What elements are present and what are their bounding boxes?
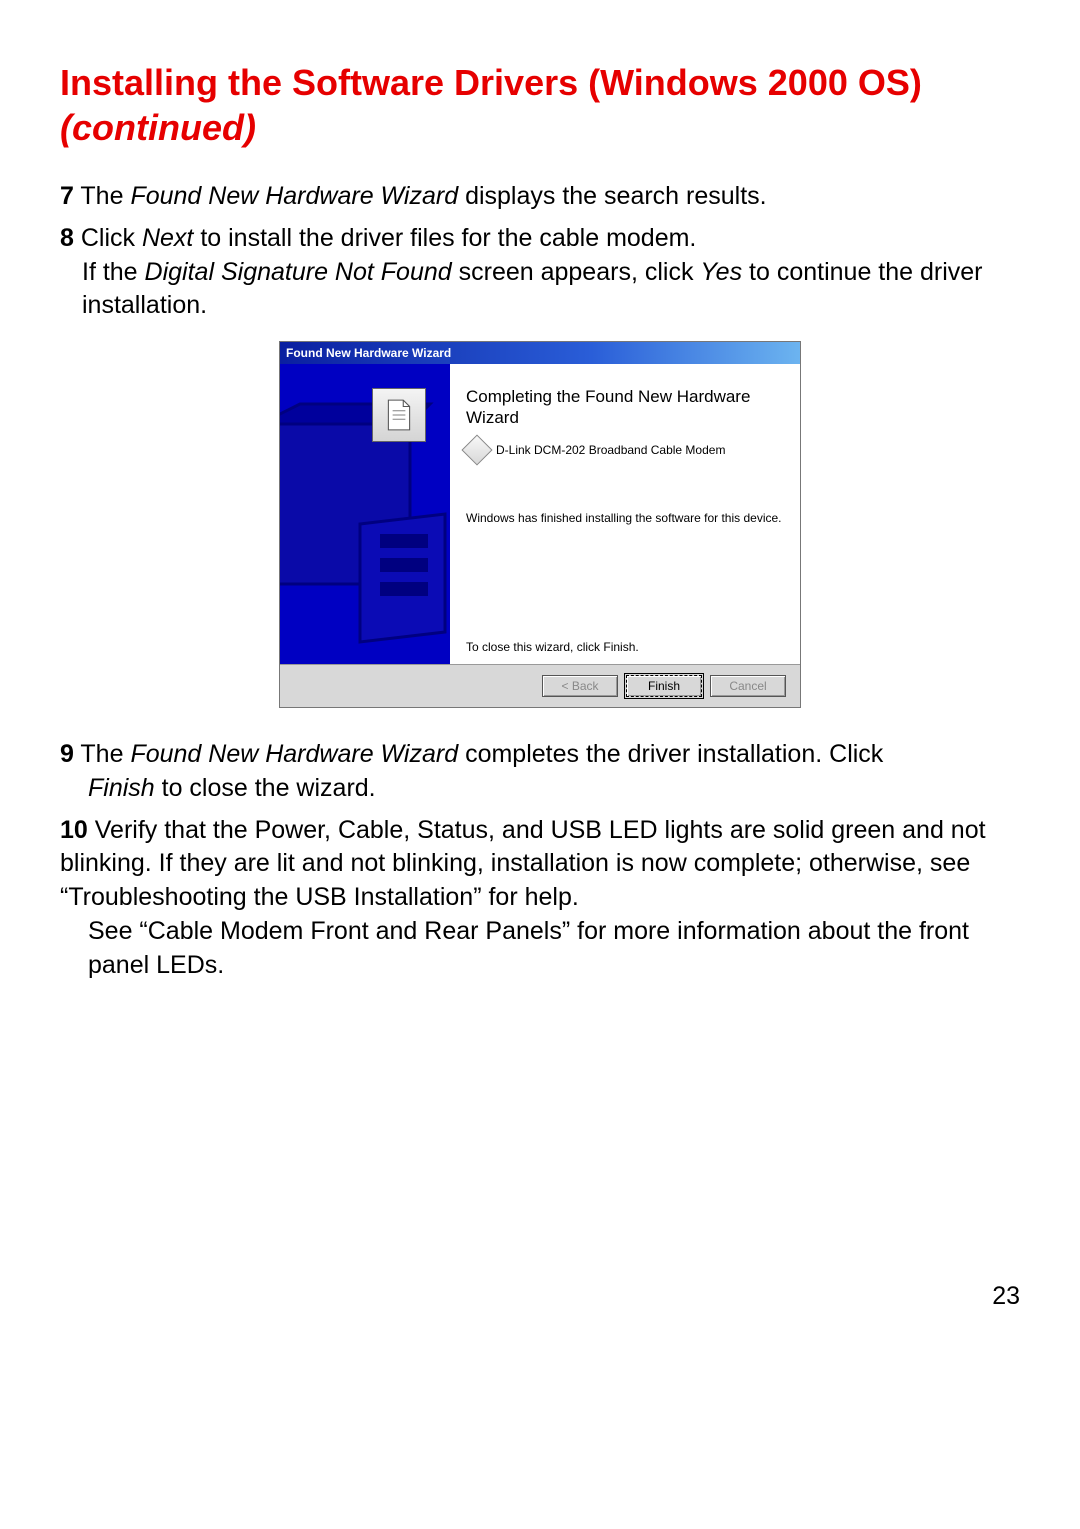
step-number: 8 [60, 224, 74, 252]
step-8-subtext: If the Digital Signature Not Found scree… [82, 256, 1020, 324]
step-8: 8 Click Next to install the driver files… [60, 222, 1020, 323]
step-text: Verify that the Power, Cable, Status, an… [60, 816, 986, 912]
wizard-finished-message: Windows has finished installing the soft… [466, 511, 784, 525]
step-9-subtext: Finish to close the wizard. [88, 772, 1020, 806]
device-icon [461, 434, 492, 465]
step-number: 10 [60, 816, 88, 844]
title-line1: Installing the Software Drivers (Windows… [60, 62, 922, 103]
wizard-dialog: Found New Hardware Wizard [279, 341, 801, 708]
finish-button[interactable]: Finish [626, 675, 702, 697]
title-line2: (continued) [60, 107, 256, 148]
step-9: 9 The Found New Hardware Wizard complete… [60, 738, 1020, 806]
wizard-device-name: D-Link DCM-202 Broadband Cable Modem [496, 443, 725, 457]
wizard-content: Completing the Found New Hardware Wizard… [450, 364, 800, 664]
wizard-document-icon [372, 388, 426, 442]
wizard-heading: Completing the Found New Hardware Wizard [466, 386, 784, 429]
cancel-button: Cancel [710, 675, 786, 697]
step-text: The Found New Hardware Wizard displays t… [74, 182, 767, 210]
step-number: 7 [60, 182, 74, 210]
step-7: 7 The Found New Hardware Wizard displays… [60, 180, 1020, 214]
wizard-close-hint: To close this wizard, click Finish. [466, 640, 639, 654]
document-icon [382, 398, 416, 432]
back-button: < Back [542, 675, 618, 697]
step-text: The Found New Hardware Wizard completes … [74, 740, 883, 768]
wizard-device-row: D-Link DCM-202 Broadband Cable Modem [466, 439, 784, 461]
wizard-titlebar: Found New Hardware Wizard [280, 342, 800, 364]
wizard-body: Completing the Found New Hardware Wizard… [280, 364, 800, 664]
page-number: 23 [60, 1282, 1020, 1311]
step-number: 9 [60, 740, 74, 768]
wizard-side-panel [280, 364, 450, 664]
wizard-button-bar: < Back Finish Cancel [280, 664, 800, 707]
wizard-title-text: Found New Hardware Wizard [286, 346, 451, 360]
step-10-subtext: See “Cable Modem Front and Rear Panels” … [88, 915, 1020, 983]
step-text: Click Next to install the driver files f… [74, 224, 696, 252]
page-title: Installing the Software Drivers (Windows… [60, 60, 1020, 150]
step-10: 10 Verify that the Power, Cable, Status,… [60, 814, 1020, 983]
